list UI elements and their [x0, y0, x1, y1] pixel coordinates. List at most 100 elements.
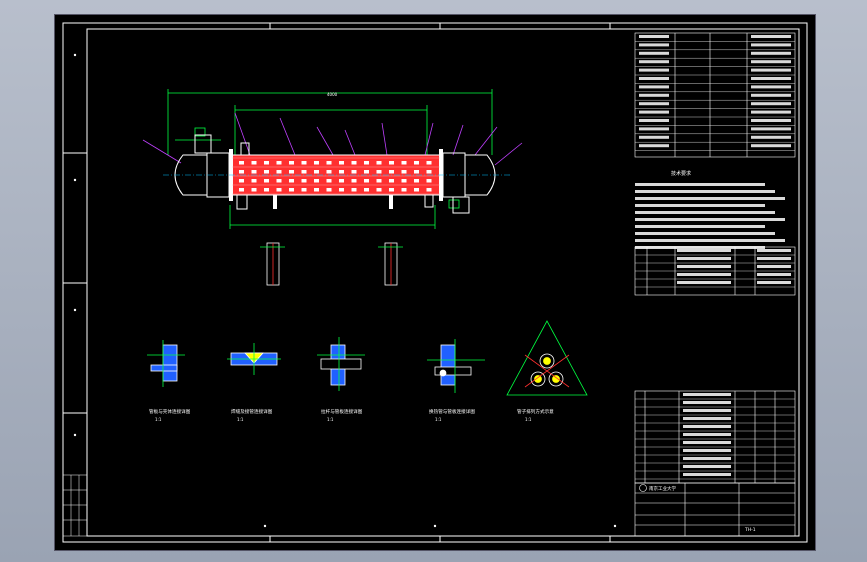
detail-view-3: [317, 337, 365, 391]
design-table-text-bar: [751, 144, 791, 148]
nozzle-table-text-bar: [677, 249, 731, 252]
baffle-segment: [251, 161, 257, 165]
baffle-segment: [239, 170, 244, 174]
baffle-segment: [239, 161, 244, 165]
baffle-segment: [389, 170, 394, 174]
baffle-segment: [264, 188, 269, 192]
baffle-segment: [401, 179, 407, 183]
baffle-segment: [364, 161, 369, 165]
baffle-segment: [376, 179, 382, 183]
parts-table-text-bar: [683, 449, 731, 452]
detail-label-4: 换热管与管板连接详图: [429, 408, 475, 415]
baffle-segment: [326, 170, 332, 174]
design-table-text-bar: [639, 51, 669, 55]
design-table-text-bar: [639, 102, 669, 106]
nozzle-table-text-bar: [757, 265, 791, 268]
design-table-text-bar: [639, 85, 669, 89]
baffle-segment: [326, 179, 332, 183]
baffle-segment: [376, 161, 382, 165]
design-table-text-bar: [751, 85, 791, 89]
design-table-text-bar: [751, 102, 791, 106]
baffle-segment: [426, 170, 432, 174]
baffle-segment: [314, 161, 319, 165]
baffle-segment: [276, 161, 282, 165]
design-table-text-bar: [639, 77, 669, 80]
nozzle-table-text-bar: [677, 281, 731, 284]
cad-viewport[interactable]: 4000 管板与壳体连接详图 焊缝及接管连接详图 拉杆与管板连接详图 换热管与管…: [54, 14, 816, 551]
baffle-segment: [426, 179, 432, 183]
nozzle-table-rows: [635, 249, 795, 288]
heat-exchanger-elevation: [163, 134, 510, 214]
detail-label-3: 拉杆与管板连接详图: [321, 408, 363, 415]
design-table-text-bar: [751, 60, 791, 64]
baffle-segment: [264, 179, 269, 183]
detail-labels: 管板与壳体连接详图 焊缝及接管连接详图 拉杆与管板连接详图 换热管与管板连接详图…: [149, 408, 554, 422]
baffle-segment: [414, 161, 419, 165]
parts-table-text-bar: [683, 433, 731, 436]
baffle-segment: [389, 179, 394, 183]
baffle-segment: [389, 161, 394, 165]
detail-label-2: 焊缝及接管连接详图: [231, 408, 273, 415]
design-table-text-bar: [639, 135, 669, 139]
detail-label-1: 管板与壳体连接详图: [149, 408, 191, 415]
title-block-school: 南京工业大学: [649, 485, 676, 492]
baffle-segment: [251, 170, 257, 174]
parts-list: [634, 390, 796, 484]
parts-table-text-bar: [683, 473, 731, 476]
design-table-text-bar: [751, 43, 791, 47]
design-table-text-bar: [639, 144, 669, 148]
design-table-text-bar: [639, 127, 669, 131]
title-block-drawing-number: TH-1: [744, 527, 756, 533]
tech-requirement-line: [635, 190, 775, 193]
baffle-segment: [314, 188, 319, 192]
design-table-text-bar: [751, 110, 791, 114]
tech-requirement-line: [635, 197, 785, 200]
parts-list-rows: [635, 393, 795, 480]
revision-grid: [62, 474, 88, 537]
baffle-segment: [376, 188, 382, 192]
baffle-segment: [364, 179, 369, 183]
baffle-segment: [414, 179, 419, 183]
nozzle-table-text-bar: [757, 257, 791, 260]
tech-requirements-title: 技术要求: [671, 170, 691, 177]
baffle-segment: [351, 161, 357, 165]
detail-view-1: [147, 340, 185, 387]
parts-table-text-bar: [683, 465, 731, 468]
baffle-segment: [326, 188, 332, 192]
design-table-text-bar: [639, 110, 669, 114]
design-table-text-bar: [639, 119, 669, 122]
baffle-segment: [276, 179, 282, 183]
baffle-segment: [301, 170, 307, 174]
baffle-segment: [351, 170, 357, 174]
overall-length-dim: 4000: [327, 92, 338, 97]
parts-table-text-bar: [683, 441, 731, 444]
detail-scale-1: 1:1: [155, 417, 162, 422]
baffle-segment: [414, 170, 419, 174]
design-table-text-bar: [751, 68, 791, 72]
baffle-segment: [339, 170, 344, 174]
baffle-segment: [351, 188, 357, 192]
frame-markers: [73, 53, 617, 528]
parts-table-text-bar: [683, 401, 731, 404]
detail-scale-5: 1:1: [525, 417, 532, 422]
design-table-text-bar: [751, 51, 791, 55]
baffle-segment: [301, 188, 307, 192]
tech-requirement-line: [635, 246, 765, 249]
baffle-segment: [426, 161, 432, 165]
baffle-segment: [364, 170, 369, 174]
baffle-segment: [251, 179, 257, 183]
detail-view-2: [227, 343, 281, 375]
baffle-segment: [401, 161, 407, 165]
baffle-segment: [251, 188, 257, 192]
baffle-segment: [376, 170, 382, 174]
baffle-segment: [339, 161, 344, 165]
baffle-segment: [301, 179, 307, 183]
nozzle-table-text-bar: [677, 257, 731, 260]
design-table-text-bar: [639, 60, 669, 64]
design-table-text-bar: [751, 119, 791, 122]
baffle-segment: [389, 188, 394, 192]
tech-requirement-line: [635, 232, 775, 235]
nozzle-table-text-bar: [757, 273, 791, 276]
baffle-segment: [326, 161, 332, 165]
tech-requirement-line: [635, 204, 765, 207]
